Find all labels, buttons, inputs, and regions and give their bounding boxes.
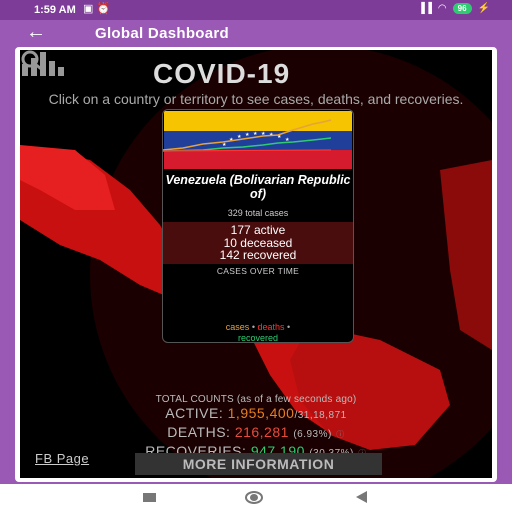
totals-header: TOTAL COUNTS (as of a few seconds ago) <box>155 394 357 405</box>
cases-over-time-chart <box>163 119 332 152</box>
status-right: ▐▐ ◠ 96 ⚡ <box>418 3 490 14</box>
sim-alarm-icons: ▣ ⏰ <box>83 3 111 15</box>
legend-recovered: recovered <box>237 333 279 343</box>
total-cases-value: /31,18,871 <box>294 410 347 421</box>
battery-badge: 96 <box>452 3 472 14</box>
deaths-value: 216,281 <box>234 424 289 440</box>
legend-deaths: deaths <box>257 322 285 332</box>
active-row: ACTIVE: 1,955,400/31,18,871 <box>165 405 347 421</box>
cases-over-time-title: CASES OVER TIME <box>216 266 300 276</box>
chart-legend: cases • deaths • recovered <box>225 322 291 343</box>
active-value: 1,955,400 <box>227 405 295 421</box>
cases-line <box>163 119 332 151</box>
brand-title: COVID-19 <box>153 58 291 89</box>
recents-icon[interactable] <box>143 493 156 502</box>
country-name: Venezuela (Bolivarian Republic of) <box>165 173 351 201</box>
charging-icon: ⚡ <box>477 3 490 14</box>
signal-icon: ▐▐ <box>417 3 432 14</box>
back-icon[interactable] <box>356 491 367 503</box>
app-bar: ← Global Dashboard <box>0 20 512 48</box>
status-bar: 1:59 AM ▣ ⏰ ▐▐ ◠ 96 ⚡ <box>0 0 512 20</box>
recovered-count: 142 recovered <box>219 248 297 262</box>
deaths-row: DEATHS: 216,281 (6.93%) ⓘ <box>167 424 345 440</box>
country-popup[interactable]: ★ ★ ★ ★ ★ ★ ★ ★ ★ Venezuela (Bolivarian Republ… <box>162 109 354 343</box>
legend-cases: cases <box>225 322 250 332</box>
total-counts: TOTAL COUNTS (as of a few seconds ago) A… <box>20 394 492 462</box>
map-subtitle: Click on a country or territory to see c… <box>48 91 464 107</box>
more-information-button[interactable]: MORE INFORMATION <box>135 453 382 475</box>
status-time: 1:59 AM <box>34 4 76 16</box>
total-cases: 329 total cases <box>227 208 289 218</box>
active-count: 177 active <box>230 223 286 237</box>
info-icon[interactable]: ⓘ <box>336 430 345 439</box>
wifi-icon: ◠ <box>437 3 447 14</box>
covid-map[interactable]: COVID-19 Click on a country or territory… <box>20 50 492 478</box>
app-title: Global Dashboard <box>95 25 229 42</box>
recovered-line <box>163 137 332 152</box>
home-icon[interactable] <box>245 491 263 504</box>
search-icon[interactable] <box>20 50 48 74</box>
back-arrow-icon[interactable]: ← <box>26 21 46 44</box>
deaths-pct: (6.93%) <box>293 429 332 440</box>
case-breakdown: 177 active 10 deceased 142 recovered <box>163 222 353 264</box>
fb-page-link[interactable]: FB Page <box>35 451 89 466</box>
